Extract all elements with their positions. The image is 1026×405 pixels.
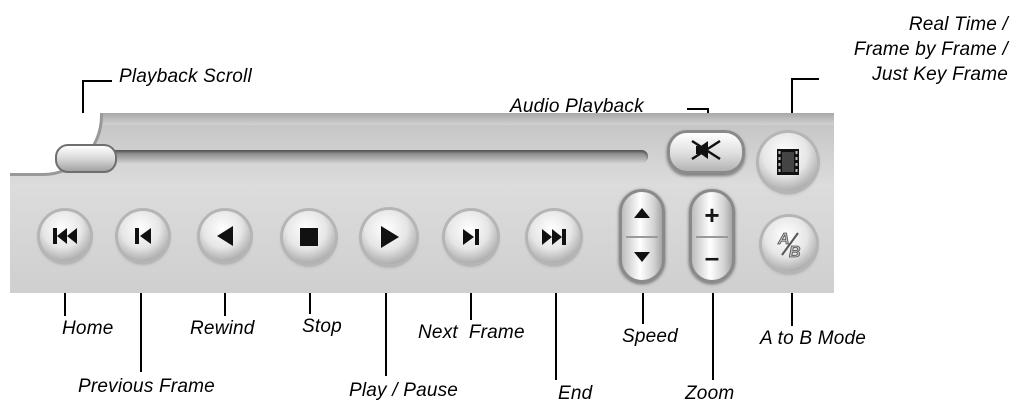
play-pause-button[interactable] — [362, 210, 416, 264]
next-frame-button[interactable] — [445, 211, 497, 263]
next-frame-icon — [460, 226, 482, 248]
speed-down-icon[interactable] — [622, 250, 662, 269]
frame-mode-button[interactable] — [759, 133, 817, 191]
previous-frame-icon — [132, 225, 154, 247]
callout-real-time-line1: Real Time / — [908, 14, 1008, 35]
ab-icon: A B — [772, 227, 806, 261]
zoom-out-icon[interactable]: – — [692, 244, 732, 270]
stop-icon — [299, 227, 319, 247]
film-frame-icon — [776, 148, 800, 176]
callout-zoom: Zoom — [685, 383, 735, 404]
callout-playback-scroll: Playback Scroll — [119, 66, 252, 87]
callout-home: Home — [62, 318, 114, 339]
callout-real-time-line3: Just Key Frame — [872, 64, 1008, 85]
callout-previous-frame: Previous Frame — [78, 376, 215, 397]
leader-zoom — [712, 280, 714, 380]
zoom-divider — [696, 236, 728, 238]
skip-to-end-icon — [540, 226, 568, 248]
callout-stop: Stop — [302, 316, 342, 337]
audio-playback-button[interactable] — [667, 130, 745, 174]
speed-control[interactable] — [619, 189, 665, 283]
callout-a-to-b: A to B Mode — [760, 328, 867, 349]
callout-real-time: Real Time / Frame by Frame / Just Key Fr… — [854, 12, 1008, 87]
callout-real-time-line2: Frame by Frame / — [853, 39, 1008, 60]
zoom-in-icon[interactable]: + — [692, 202, 732, 228]
leader-playback-scroll-h — [82, 80, 112, 82]
speed-divider — [626, 236, 658, 238]
callout-speed: Speed — [622, 326, 678, 347]
callout-rewind: Rewind — [190, 318, 255, 339]
playback-scroll-track[interactable] — [58, 150, 648, 163]
rewind-icon — [214, 224, 236, 248]
a-to-b-button[interactable]: A B — [762, 217, 816, 271]
panel-top-edge — [80, 113, 834, 125]
speaker-muted-icon — [686, 138, 726, 167]
zoom-control[interactable]: + – — [689, 189, 735, 283]
rewind-button[interactable] — [200, 211, 250, 261]
callout-play-pause: Play / Pause — [349, 380, 459, 401]
svg-text:A: A — [777, 231, 790, 248]
skip-to-start-icon — [51, 225, 79, 247]
playback-control-panel: + – A B — [10, 113, 834, 293]
home-button[interactable] — [40, 211, 90, 261]
leader-audio-h — [687, 108, 709, 110]
svg-text:B: B — [789, 244, 801, 261]
callout-next-frame: Next Frame — [418, 322, 525, 343]
speed-up-icon[interactable] — [622, 206, 662, 225]
playback-scroll-thumb[interactable] — [55, 144, 117, 173]
callout-end: End — [558, 383, 593, 404]
previous-frame-button[interactable] — [118, 211, 168, 261]
end-button[interactable] — [528, 211, 580, 263]
play-icon — [377, 224, 401, 250]
stop-button[interactable] — [283, 211, 335, 263]
leader-real-time-h — [791, 78, 819, 80]
